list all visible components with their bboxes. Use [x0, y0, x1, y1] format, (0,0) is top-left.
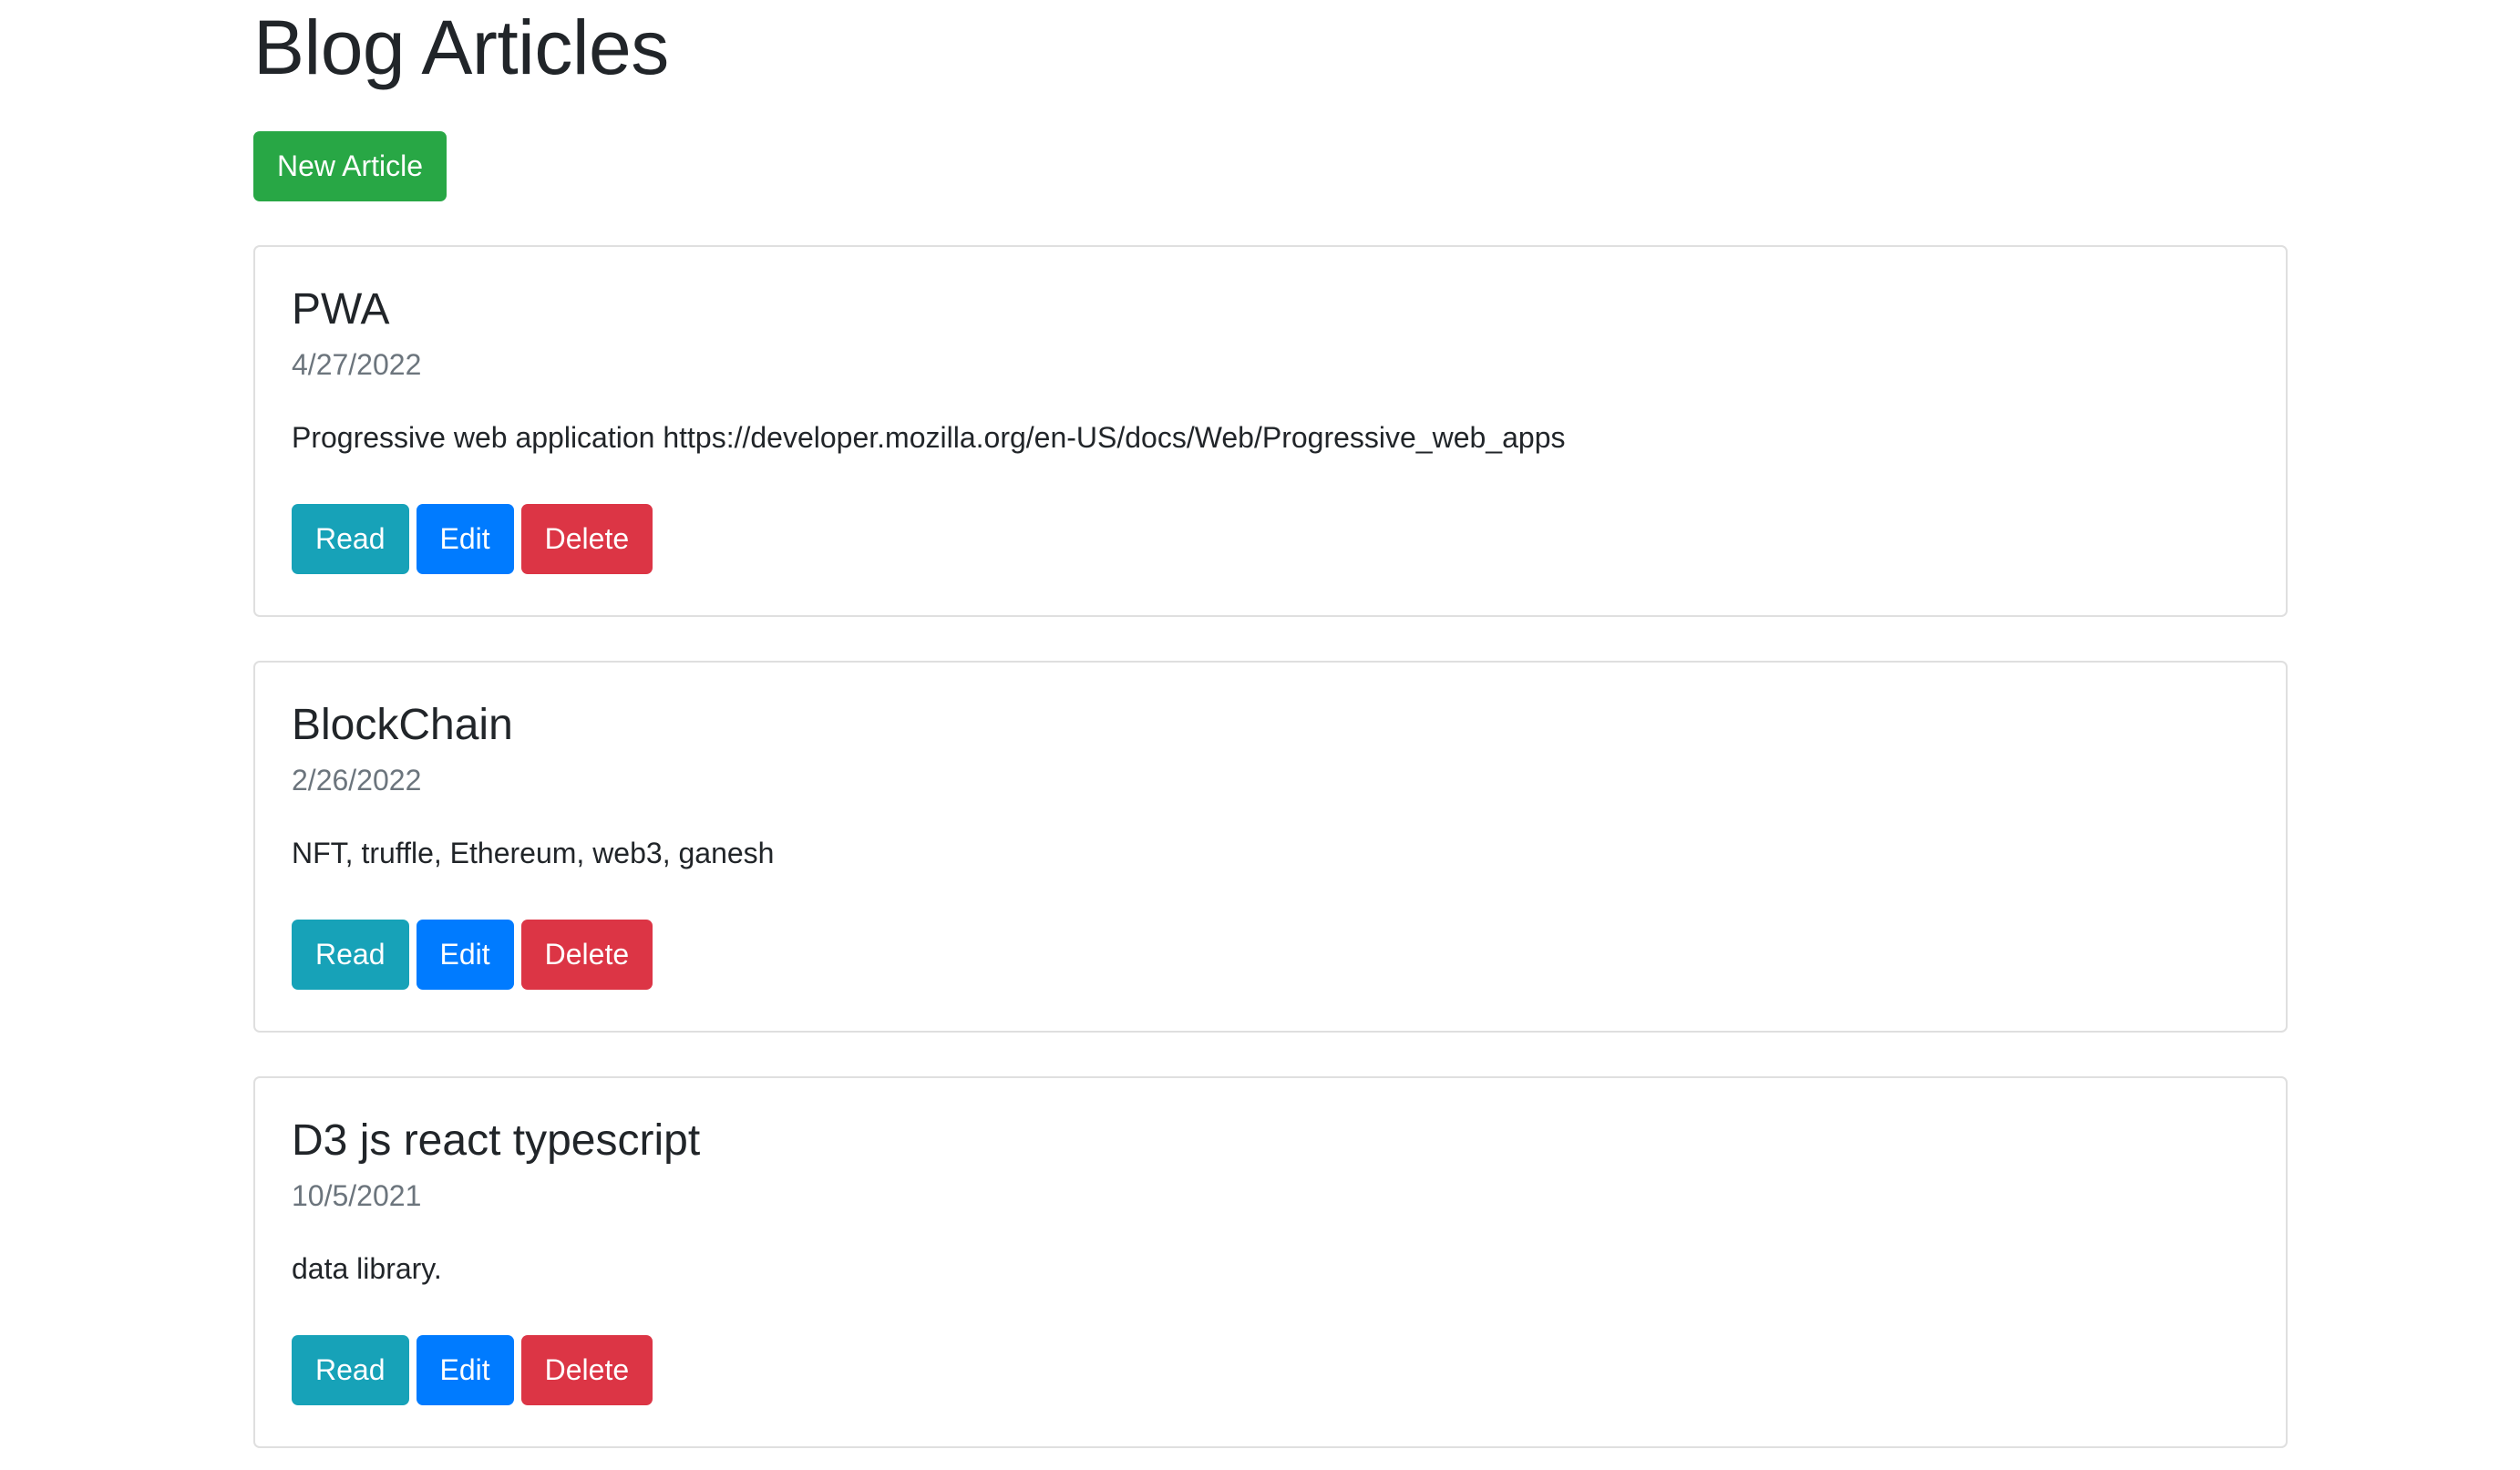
article-actions: Read Edit Delete [292, 920, 2249, 990]
article-card: BlockChain 2/26/2022 NFT, truffle, Ether… [253, 661, 2288, 1033]
delete-button[interactable]: Delete [520, 1335, 653, 1405]
page-title: Blog Articles [253, 5, 669, 90]
edit-button[interactable]: Edit [416, 920, 514, 990]
article-title: BlockChain [292, 701, 513, 749]
delete-button[interactable]: Delete [520, 504, 653, 574]
article-actions: Read Edit Delete [292, 504, 2249, 574]
main-container: Blog Articles New Article PWA 4/27/2022 … [253, 0, 2288, 1448]
article-card: PWA 4/27/2022 Progressive web applicatio… [253, 245, 2288, 617]
edit-button[interactable]: Edit [416, 504, 514, 574]
article-description: data library. [292, 1252, 442, 1285]
article-date: 2/26/2022 [292, 764, 422, 797]
article-title: PWA [292, 285, 390, 334]
article-date: 4/27/2022 [292, 348, 422, 381]
article-actions: Read Edit Delete [292, 1335, 2249, 1405]
edit-button[interactable]: Edit [416, 1335, 514, 1405]
delete-button[interactable]: Delete [520, 920, 653, 990]
new-article-button[interactable]: New Article [253, 131, 447, 201]
read-button[interactable]: Read [292, 1335, 409, 1405]
article-description: Progressive web application https://deve… [292, 421, 1566, 454]
article-description: NFT, truffle, Ethereum, web3, ganesh [292, 837, 775, 869]
read-button[interactable]: Read [292, 920, 409, 990]
article-list: PWA 4/27/2022 Progressive web applicatio… [253, 245, 2288, 1448]
read-button[interactable]: Read [292, 504, 409, 574]
article-title: D3 js react typescript [292, 1116, 701, 1165]
article-card: D3 js react typescript 10/5/2021 data li… [253, 1076, 2288, 1448]
article-date: 10/5/2021 [292, 1179, 422, 1212]
